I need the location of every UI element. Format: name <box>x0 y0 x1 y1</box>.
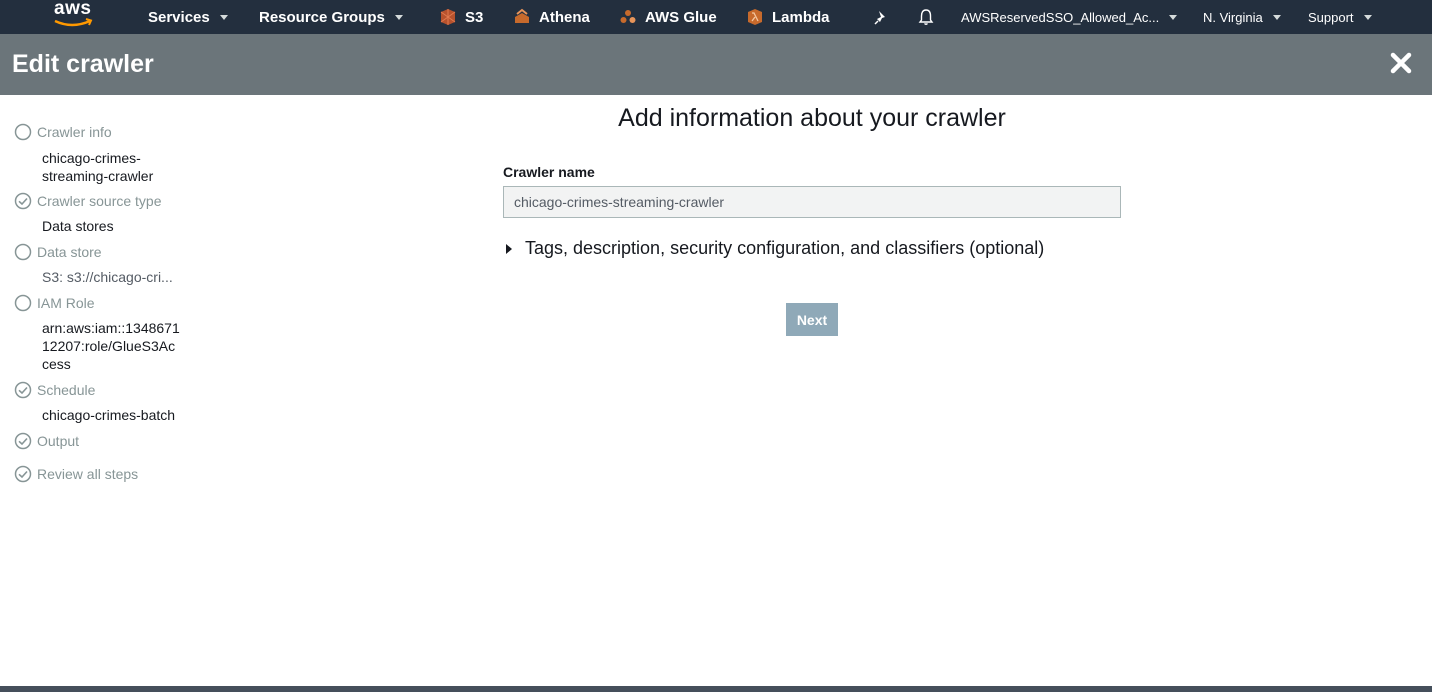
chevron-down-icon <box>219 14 228 20</box>
pin-icon <box>874 11 885 25</box>
crawler-name-label: Crawler name <box>503 164 595 180</box>
notifications-button[interactable] <box>918 0 934 34</box>
region-label: N. Virginia <box>1203 9 1263 25</box>
support-menu[interactable]: Support <box>1308 0 1372 34</box>
step-complete-icon <box>14 465 32 483</box>
aws-smile-icon <box>54 18 93 27</box>
step-complete-icon <box>14 381 32 399</box>
account-label: AWSReservedSSO_Allowed_Ac... <box>961 9 1160 25</box>
glue-icon <box>620 10 636 23</box>
close-icon <box>1390 52 1412 74</box>
resource-groups-label: Resource Groups <box>259 8 385 26</box>
step-output[interactable]: Output <box>14 432 79 450</box>
pin-button[interactable] <box>874 0 890 34</box>
step-complete-icon <box>14 192 32 210</box>
bottom-bar <box>0 686 1432 692</box>
section-title: Add information about your crawler <box>618 104 1006 132</box>
optional-settings-expander[interactable]: Tags, description, security configuratio… <box>506 238 1044 259</box>
step-label: Review all steps <box>37 466 139 482</box>
page-header: Edit crawler <box>0 34 1432 95</box>
account-menu[interactable]: AWSReservedSSO_Allowed_Ac... <box>961 0 1178 34</box>
page-title: Edit crawler <box>12 50 154 78</box>
region-menu[interactable]: N. Virginia <box>1203 0 1281 34</box>
step-incomplete-icon <box>14 123 32 141</box>
shortcut-label: Lambda <box>772 8 830 26</box>
chevron-down-icon <box>1363 14 1372 20</box>
step-review-all[interactable]: Review all steps <box>14 465 138 483</box>
athena-icon <box>515 8 529 23</box>
aws-logo[interactable]: aws <box>52 0 96 30</box>
resource-groups-menu[interactable]: Resource Groups <box>259 0 403 34</box>
step-value: chicago-crimes-streaming-crawler <box>42 150 154 184</box>
chevron-down-icon <box>394 14 403 20</box>
step-incomplete-icon <box>14 243 32 261</box>
shortcut-label: S3 <box>465 8 484 26</box>
step-label: Output <box>37 433 80 449</box>
step-iam-role[interactable]: IAM Role <box>14 294 95 312</box>
shortcut-label: AWS Glue <box>645 8 717 26</box>
step-value: Data stores <box>42 218 114 234</box>
lambda-icon <box>748 9 762 25</box>
step-label: Data store <box>37 244 102 260</box>
chevron-down-icon <box>1272 14 1281 20</box>
step-label: Crawler info <box>37 124 112 140</box>
optional-settings-label: Tags, description, security configuratio… <box>525 238 1045 258</box>
step-label: IAM Role <box>37 295 95 311</box>
step-value: chicago-crimes-batch <box>42 407 176 423</box>
shortcut-athena[interactable]: Athena <box>514 0 590 34</box>
close-button[interactable] <box>1388 50 1414 76</box>
step-schedule[interactable]: Schedule <box>14 381 95 399</box>
services-menu[interactable]: Services <box>148 0 228 34</box>
step-crawler-info[interactable]: Crawler info <box>14 123 112 141</box>
step-complete-icon <box>14 432 32 450</box>
step-value: arn:aws:iam::134867112207:role/GlueS3Acc… <box>42 320 180 372</box>
shortcut-lambda[interactable]: Lambda <box>747 0 830 34</box>
caret-right-icon <box>506 243 512 254</box>
step-crawler-source-type[interactable]: Crawler source type <box>14 192 162 210</box>
shortcut-aws-glue[interactable]: AWS Glue <box>620 0 717 34</box>
shortcut-label: Athena <box>539 8 590 26</box>
step-incomplete-icon <box>14 294 32 312</box>
step-label: Schedule <box>37 382 96 398</box>
top-navigation: aws Services Resource Groups S3 Athena A… <box>0 0 1432 34</box>
step-value: S3: s3://chicago-cri... <box>42 269 173 285</box>
step-data-store[interactable]: Data store <box>14 243 102 261</box>
shortcut-s3[interactable]: S3 <box>440 0 483 34</box>
services-label: Services <box>148 8 210 26</box>
chevron-down-icon <box>1169 14 1178 20</box>
s3-icon <box>440 9 456 25</box>
bell-icon <box>918 9 934 25</box>
support-label: Support <box>1308 9 1354 25</box>
next-button[interactable]: Next <box>786 303 838 336</box>
step-label: Crawler source type <box>37 193 162 209</box>
crawler-name-input[interactable] <box>503 186 1121 218</box>
